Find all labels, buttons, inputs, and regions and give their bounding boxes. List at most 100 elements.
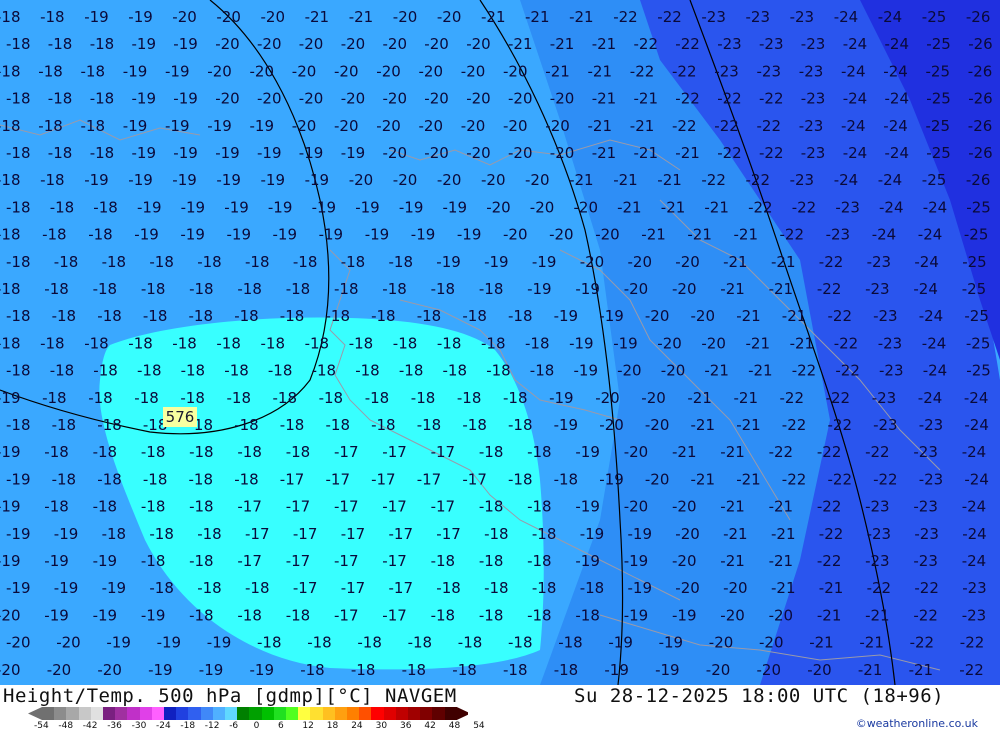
temp-label: -26 — [968, 90, 993, 108]
temp-label: -18 — [300, 661, 325, 679]
temp-label: -26 — [968, 144, 993, 162]
temp-label: -20 — [595, 389, 620, 407]
temp-label: -18 — [38, 62, 63, 80]
temp-label: -24 — [872, 226, 897, 244]
temp-label: -18 — [0, 226, 21, 244]
temp-label: -19 — [575, 498, 600, 516]
temp-label: -20 — [675, 253, 700, 271]
temp-label: -19 — [141, 606, 166, 624]
temp-label: -20 — [486, 198, 511, 216]
temp-label: -18 — [81, 62, 106, 80]
temp-label: -20 — [393, 8, 418, 26]
temp-label: -21 — [736, 470, 761, 488]
temp-label: -24 — [834, 171, 859, 189]
temp-label: -19 — [173, 144, 198, 162]
temp-label: -24 — [962, 552, 987, 570]
credit-link[interactable]: ©weatheronline.co.uk — [856, 717, 978, 730]
temp-label: -18 — [234, 470, 259, 488]
temp-label: -19 — [227, 226, 252, 244]
temp-label: -25 — [964, 226, 989, 244]
temp-label: -18 — [417, 416, 442, 434]
temp-label: -20 — [645, 416, 670, 434]
temp-label: -17 — [389, 525, 414, 543]
temp-label: -19 — [6, 579, 31, 597]
map-title: Height/Temp. 500 hPa [gdmp][°C] NAVGEM — [3, 685, 457, 707]
temp-label: -19 — [128, 8, 153, 26]
temp-label: -18 — [6, 307, 31, 325]
temp-label: -18 — [0, 117, 21, 135]
temp-label: -18 — [558, 634, 583, 652]
temp-label: -24 — [918, 226, 943, 244]
temp-label: -18 — [479, 552, 504, 570]
temp-label: -18 — [234, 416, 259, 434]
temp-label: -21 — [771, 253, 796, 271]
temp-label: -18 — [6, 90, 31, 108]
legend-tick: -48 — [58, 721, 74, 731]
legend-tick: 0 — [253, 721, 260, 731]
temp-label: -19 — [604, 661, 629, 679]
legend-swatch — [286, 707, 299, 720]
temp-label: -23 — [865, 552, 890, 570]
temp-label: -20 — [624, 498, 649, 516]
temp-label: -17 — [237, 498, 262, 516]
temp-label: -19 — [199, 661, 224, 679]
temp-label: -19 — [554, 307, 579, 325]
temp-label: -23 — [872, 389, 897, 407]
temp-label: -19 — [341, 144, 366, 162]
temp-label: -17 — [286, 552, 311, 570]
temp-label: -19 — [181, 198, 206, 216]
map-canvas: -18-18-19-19-20-20-20-21-21-20-20-21-21-… — [0, 0, 1000, 685]
temp-label: -18 — [436, 579, 461, 597]
temp-label: -18 — [365, 389, 390, 407]
temp-label: -22 — [867, 579, 892, 597]
temp-label: -20 — [672, 280, 697, 298]
temp-label: -19 — [457, 226, 482, 244]
temp-label: -18 — [503, 389, 528, 407]
temp-label: -19 — [659, 634, 684, 652]
temp-label: -19 — [574, 362, 599, 380]
temp-label: -22 — [910, 634, 935, 652]
legend-swatch — [237, 707, 250, 720]
temp-label: -23 — [799, 62, 824, 80]
temp-label: -18 — [81, 117, 106, 135]
temp-label: -18 — [181, 362, 206, 380]
temp-label: -18 — [0, 8, 21, 26]
temp-label: -21 — [723, 525, 748, 543]
temp-label: -18 — [399, 362, 424, 380]
temp-label: -22 — [613, 8, 638, 26]
temp-label: -20 — [550, 90, 575, 108]
temp-label: -18 — [90, 35, 115, 53]
temp-label: -20 — [56, 634, 80, 652]
temp-label: -20 — [525, 171, 550, 189]
temp-label: -18 — [334, 280, 359, 298]
temp-label: -17 — [293, 525, 318, 543]
temp-label: -24 — [962, 443, 987, 461]
temp-label: -18 — [52, 307, 77, 325]
temp-label: -19 — [608, 634, 633, 652]
temp-label: -18 — [48, 90, 73, 108]
temp-label: -19 — [137, 198, 162, 216]
temp-label: -18 — [88, 389, 113, 407]
temp-label: -18 — [189, 443, 214, 461]
temp-label: -18 — [261, 334, 286, 352]
temp-label: -17 — [286, 498, 311, 516]
temp-label: -18 — [554, 470, 579, 488]
temp-label: -19 — [216, 171, 241, 189]
temp-label: -20 — [47, 661, 71, 679]
temp-label: -18 — [286, 606, 311, 624]
temp-label: -20 — [530, 198, 555, 216]
temp-label: -24 — [885, 35, 910, 53]
temp-label: -18 — [0, 171, 21, 189]
temp-label: -22 — [817, 443, 842, 461]
temp-label: -23 — [873, 416, 898, 434]
temp-label: -21 — [909, 661, 934, 679]
temp-label: -18 — [237, 443, 262, 461]
temp-label: -22 — [714, 117, 739, 135]
temp-label: -20 — [376, 62, 401, 80]
temp-label: -20 — [257, 90, 282, 108]
temp-label: -18 — [93, 498, 118, 516]
temp-label: -19 — [0, 389, 21, 407]
temp-label: -22 — [960, 634, 985, 652]
temp-label: -23 — [865, 498, 890, 516]
temp-label: -20 — [503, 117, 528, 135]
